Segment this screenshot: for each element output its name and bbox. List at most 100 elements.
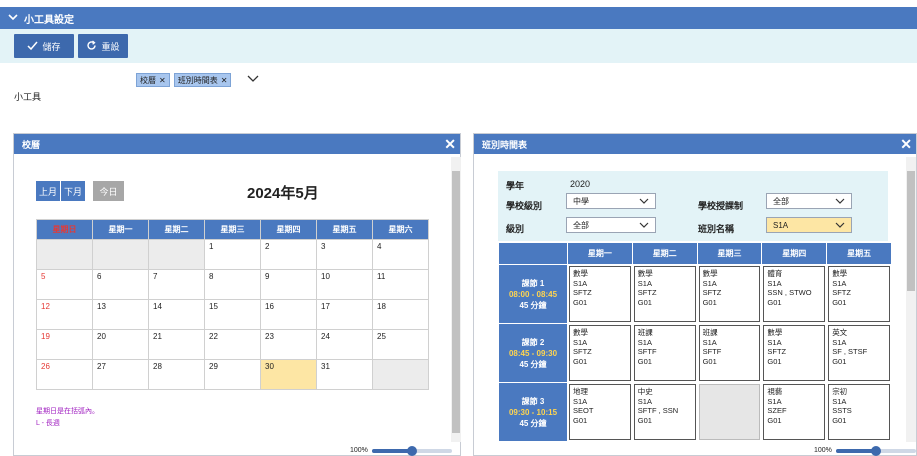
lesson-box[interactable]: 視藝 S1A SZEF G01 xyxy=(763,384,826,440)
widget-multiselect[interactable]: 校曆 ✕ 班別時間表 ✕ xyxy=(136,70,296,90)
lesson-line: SFTZ xyxy=(767,347,787,356)
chevron-down-icon[interactable] xyxy=(247,75,259,85)
scrollbar-thumb[interactable] xyxy=(907,171,915,291)
calendar-day-cell[interactable]: 7 xyxy=(148,269,205,300)
lesson-line: S1A xyxy=(573,278,588,288)
lesson-line: G01 xyxy=(637,415,652,425)
lesson-box[interactable]: 數學 S1A SFTZ G01 xyxy=(763,325,826,381)
reset-button[interactable]: 重設 xyxy=(78,34,128,58)
grade-select[interactable]: 全部 xyxy=(566,217,656,233)
calendar-day-cell[interactable]: 27 xyxy=(92,359,149,390)
calendar-day-cell[interactable]: 15 xyxy=(204,299,261,330)
calendar-day-cell[interactable]: 14 xyxy=(148,299,205,330)
calendar-day-cell[interactable]: 9 xyxy=(260,269,317,300)
prev-month-button[interactable]: 上月 xyxy=(36,181,60,201)
lesson-box[interactable]: 班課 S1A SFTF G01 xyxy=(698,325,761,381)
lesson-line: 宗初 xyxy=(832,387,848,396)
calendar-day-cell[interactable]: 11 xyxy=(372,269,429,300)
lesson-cell: 英文 S1A SF , STSF G01 xyxy=(826,323,892,383)
teaching-mode-select[interactable]: 全部 xyxy=(766,193,852,209)
calendar-zoom[interactable]: 100% xyxy=(350,445,452,456)
lesson-box[interactable]: 宗初 S1A SSTS G01 xyxy=(828,384,890,440)
period-cell: 課節 3 09:30 - 10:15 45 分鐘 xyxy=(498,382,568,442)
lesson-line: G01 xyxy=(573,356,588,366)
calendar-day-cell[interactable]: 1 xyxy=(204,239,261,270)
school-level-select[interactable]: 中學 xyxy=(566,193,656,209)
lesson-line: SFTZ xyxy=(702,288,722,297)
lesson-box[interactable]: 地理 S1A SEOT G01 xyxy=(569,384,631,440)
lesson-line: 數學 xyxy=(832,269,848,278)
calendar-day-cell[interactable]: 2 xyxy=(260,239,317,270)
lesson-line: S1A xyxy=(573,396,588,406)
close-icon[interactable]: ✕ xyxy=(900,134,912,154)
day-header: 星期三 xyxy=(696,242,763,265)
chevron-down-icon[interactable] xyxy=(8,12,18,25)
timetable-filters: 學年 2020 學校級別 中學 學校授課制 全部 級別 全部 班別名稱 S1A xyxy=(498,171,888,241)
remove-icon[interactable]: ✕ xyxy=(159,76,166,85)
day-header: 星期五 xyxy=(826,242,892,265)
calendar-day-cell[interactable]: 21 xyxy=(148,329,205,360)
lesson-box[interactable]: 中史 S1A SFTF , SSN G01 xyxy=(633,384,696,440)
lesson-box[interactable] xyxy=(698,384,761,440)
lesson-line: 數學 xyxy=(702,269,718,278)
calendar-day-cell[interactable]: 12 xyxy=(36,299,93,330)
calendar-day-cell[interactable]: 31 xyxy=(316,359,373,390)
widget-chip[interactable]: 校曆 ✕ xyxy=(136,73,170,87)
calendar-day-cell[interactable]: 3 xyxy=(316,239,373,270)
calendar-day-cell[interactable]: 4 xyxy=(372,239,429,270)
remove-icon[interactable]: ✕ xyxy=(221,76,228,85)
zoom-slider-handle[interactable] xyxy=(870,445,881,456)
lesson-line: G01 xyxy=(832,356,847,366)
calendar-day-cell[interactable]: 8 xyxy=(204,269,261,300)
zoom-slider[interactable] xyxy=(835,445,916,456)
calendar-day-cell[interactable]: 25 xyxy=(372,329,429,360)
timetable-zoom[interactable]: 100% xyxy=(814,445,916,456)
lesson-box[interactable]: 英文 S1A SF , STSF G01 xyxy=(828,325,890,381)
next-month-button[interactable]: 下月 xyxy=(61,181,85,201)
close-icon[interactable]: ✕ xyxy=(444,134,456,154)
calendar-day-cell[interactable]: 28 xyxy=(148,359,205,390)
calendar-day-cell[interactable]: 23 xyxy=(260,329,317,360)
lesson-box[interactable]: 數學 S1A SFTZ G01 xyxy=(698,266,761,322)
calendar-scrollbar[interactable] xyxy=(451,157,461,442)
day-header: 星期四 xyxy=(761,242,828,265)
calendar-day-cell[interactable]: 17 xyxy=(316,299,373,330)
class-name-select[interactable]: S1A xyxy=(766,217,852,233)
lesson-cell: 班課 S1A SFTF G01 xyxy=(696,323,763,383)
calendar-day-cell[interactable]: 22 xyxy=(204,329,261,360)
day-header: 星期二 xyxy=(631,242,698,265)
lesson-box[interactable]: 班課 S1A SFTF G01 xyxy=(633,325,696,381)
calendar-day-cell[interactable]: 16 xyxy=(260,299,317,330)
lesson-box[interactable]: 體育 S1A SSN , STWO G01 xyxy=(763,266,826,322)
calendar-day-cell[interactable]: 24 xyxy=(316,329,373,360)
today-button[interactable]: 今日 xyxy=(93,181,124,201)
calendar-day-cell[interactable]: 19 xyxy=(36,329,93,360)
calendar-day-cell[interactable]: 20 xyxy=(92,329,149,360)
calendar-day-cell[interactable]: 13 xyxy=(92,299,149,330)
zoom-slider[interactable] xyxy=(371,445,452,456)
calendar-day-cell[interactable]: 18 xyxy=(372,299,429,330)
zoom-slider-handle[interactable] xyxy=(406,445,417,456)
calendar-day-cell[interactable]: 5 xyxy=(36,269,93,300)
save-button[interactable]: 儲存 xyxy=(14,34,74,58)
widget-chip[interactable]: 班別時間表 ✕ xyxy=(173,73,232,87)
timetable-grid: 星期一 星期二 星期三 星期四 星期五 課節 1 08:00 - 08:45 45 分鐘 數學… xyxy=(498,242,892,442)
calendar-day-cell[interactable]: 10 xyxy=(316,269,373,300)
lesson-box[interactable]: 數學 S1A SFTZ G01 xyxy=(633,266,696,322)
timetable-scrollbar[interactable] xyxy=(906,157,916,442)
calendar-day-cell[interactable]: 26 xyxy=(36,359,93,390)
section-header[interactable]: 小工具設定 xyxy=(0,7,917,29)
weekday-header: 星期一 xyxy=(92,219,149,240)
calendar-day-cell[interactable]: 30 xyxy=(260,359,317,390)
lesson-line: 數學 xyxy=(767,328,783,337)
calendar-day-cell[interactable]: 6 xyxy=(92,269,149,300)
period-header xyxy=(498,242,568,265)
calendar-day-cell[interactable]: 29 xyxy=(204,359,261,390)
lesson-line: S1A xyxy=(832,396,847,406)
lesson-box[interactable]: 數學 S1A SFTZ G01 xyxy=(569,266,631,322)
lesson-cell: 數學 S1A SFTZ G01 xyxy=(567,323,633,383)
scrollbar-thumb[interactable] xyxy=(452,171,460,433)
lesson-box[interactable]: 數學 S1A SFTZ G01 xyxy=(828,266,890,322)
period-time: 08:00 - 08:45 xyxy=(508,289,558,299)
lesson-box[interactable]: 數學 S1A SFTZ G01 xyxy=(569,325,631,381)
